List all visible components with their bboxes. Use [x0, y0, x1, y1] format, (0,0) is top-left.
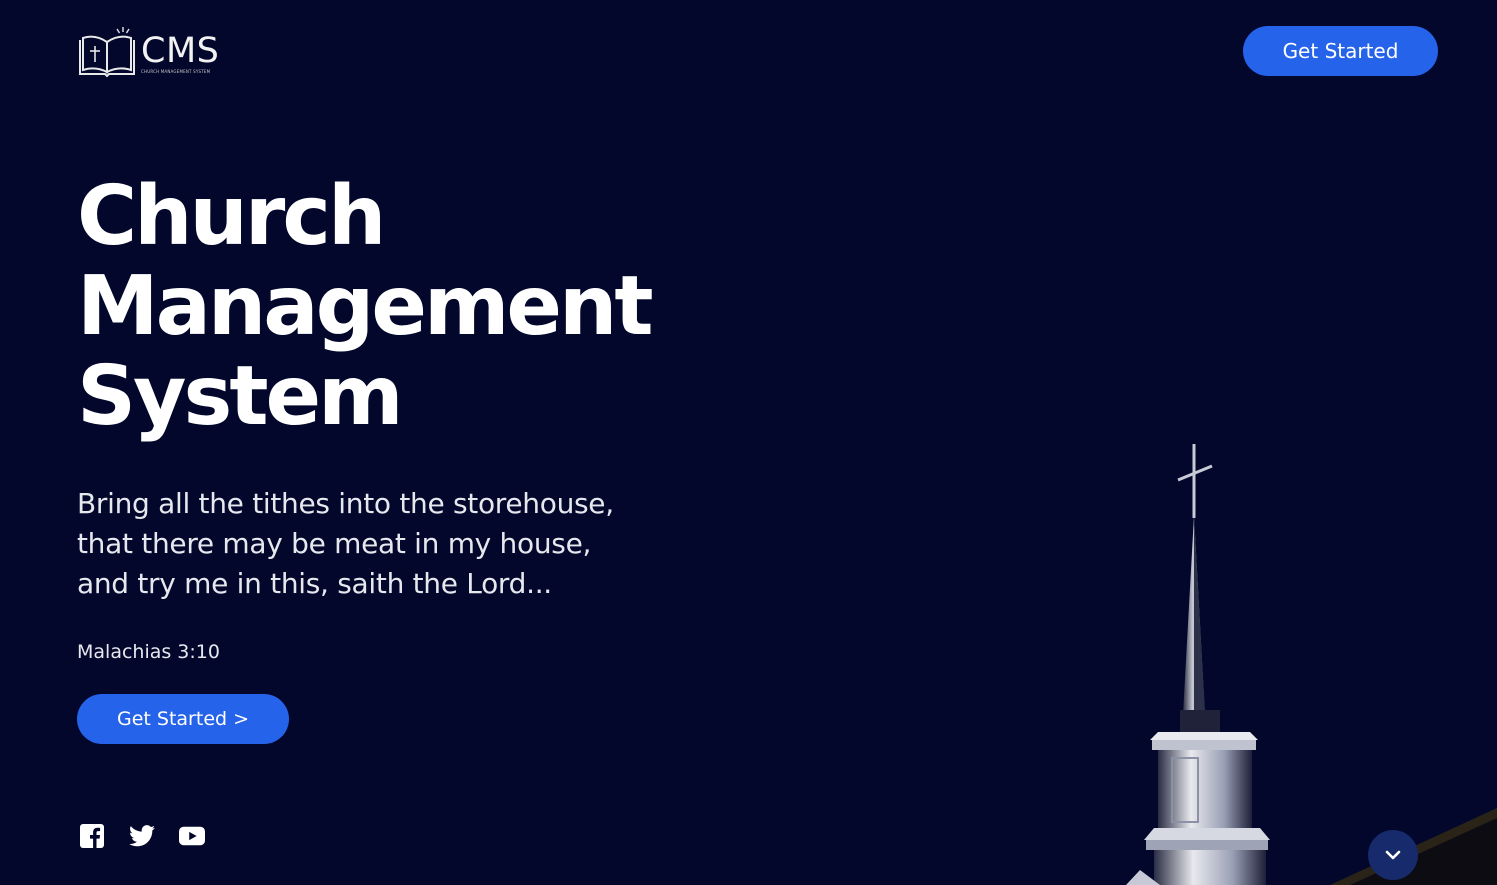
bible-logo-icon — [79, 27, 135, 78]
quote-line: Bring all the tithes into the storehouse… — [77, 487, 614, 520]
logo[interactable]: CMS CHURCH MANAGEMENT SYSTEM — [77, 24, 219, 78]
chevron-down-icon — [1385, 850, 1401, 860]
twitter-icon[interactable] — [129, 823, 155, 849]
hero-title-line: Management — [77, 259, 654, 354]
header-get-started-button[interactable]: Get Started — [1243, 26, 1438, 76]
quote-line: that there may be meat in my house, — [77, 527, 592, 560]
hero-cta-label: Get Started — [117, 708, 228, 730]
logo-text: CMS — [141, 31, 220, 71]
scroll-down-button[interactable] — [1368, 830, 1418, 880]
hero-title: Church Management System — [77, 169, 654, 444]
social-links — [79, 823, 205, 849]
youtube-icon[interactable] — [179, 823, 205, 849]
hero-title-line: System — [77, 349, 404, 444]
hero-get-started-button[interactable]: Get Started > — [77, 694, 289, 744]
chevron-right-icon: > — [233, 708, 249, 730]
logo-text-group: CMS CHURCH MANAGEMENT SYSTEM — [141, 33, 219, 74]
facebook-icon[interactable] — [79, 823, 105, 849]
hero-title-line: Church — [77, 169, 386, 264]
scripture-quote: Bring all the tithes into the storehouse… — [77, 484, 697, 604]
church-steeple-image — [1126, 444, 1497, 885]
verse-reference: Malachias 3:10 — [77, 641, 220, 663]
quote-line: and try me in this, saith the Lord... — [77, 567, 552, 600]
logo-subtitle: CHURCH MANAGEMENT SYSTEM — [141, 69, 211, 74]
landing-page: CMS CHURCH MANAGEMENT SYSTEM Get Started… — [0, 0, 1497, 885]
